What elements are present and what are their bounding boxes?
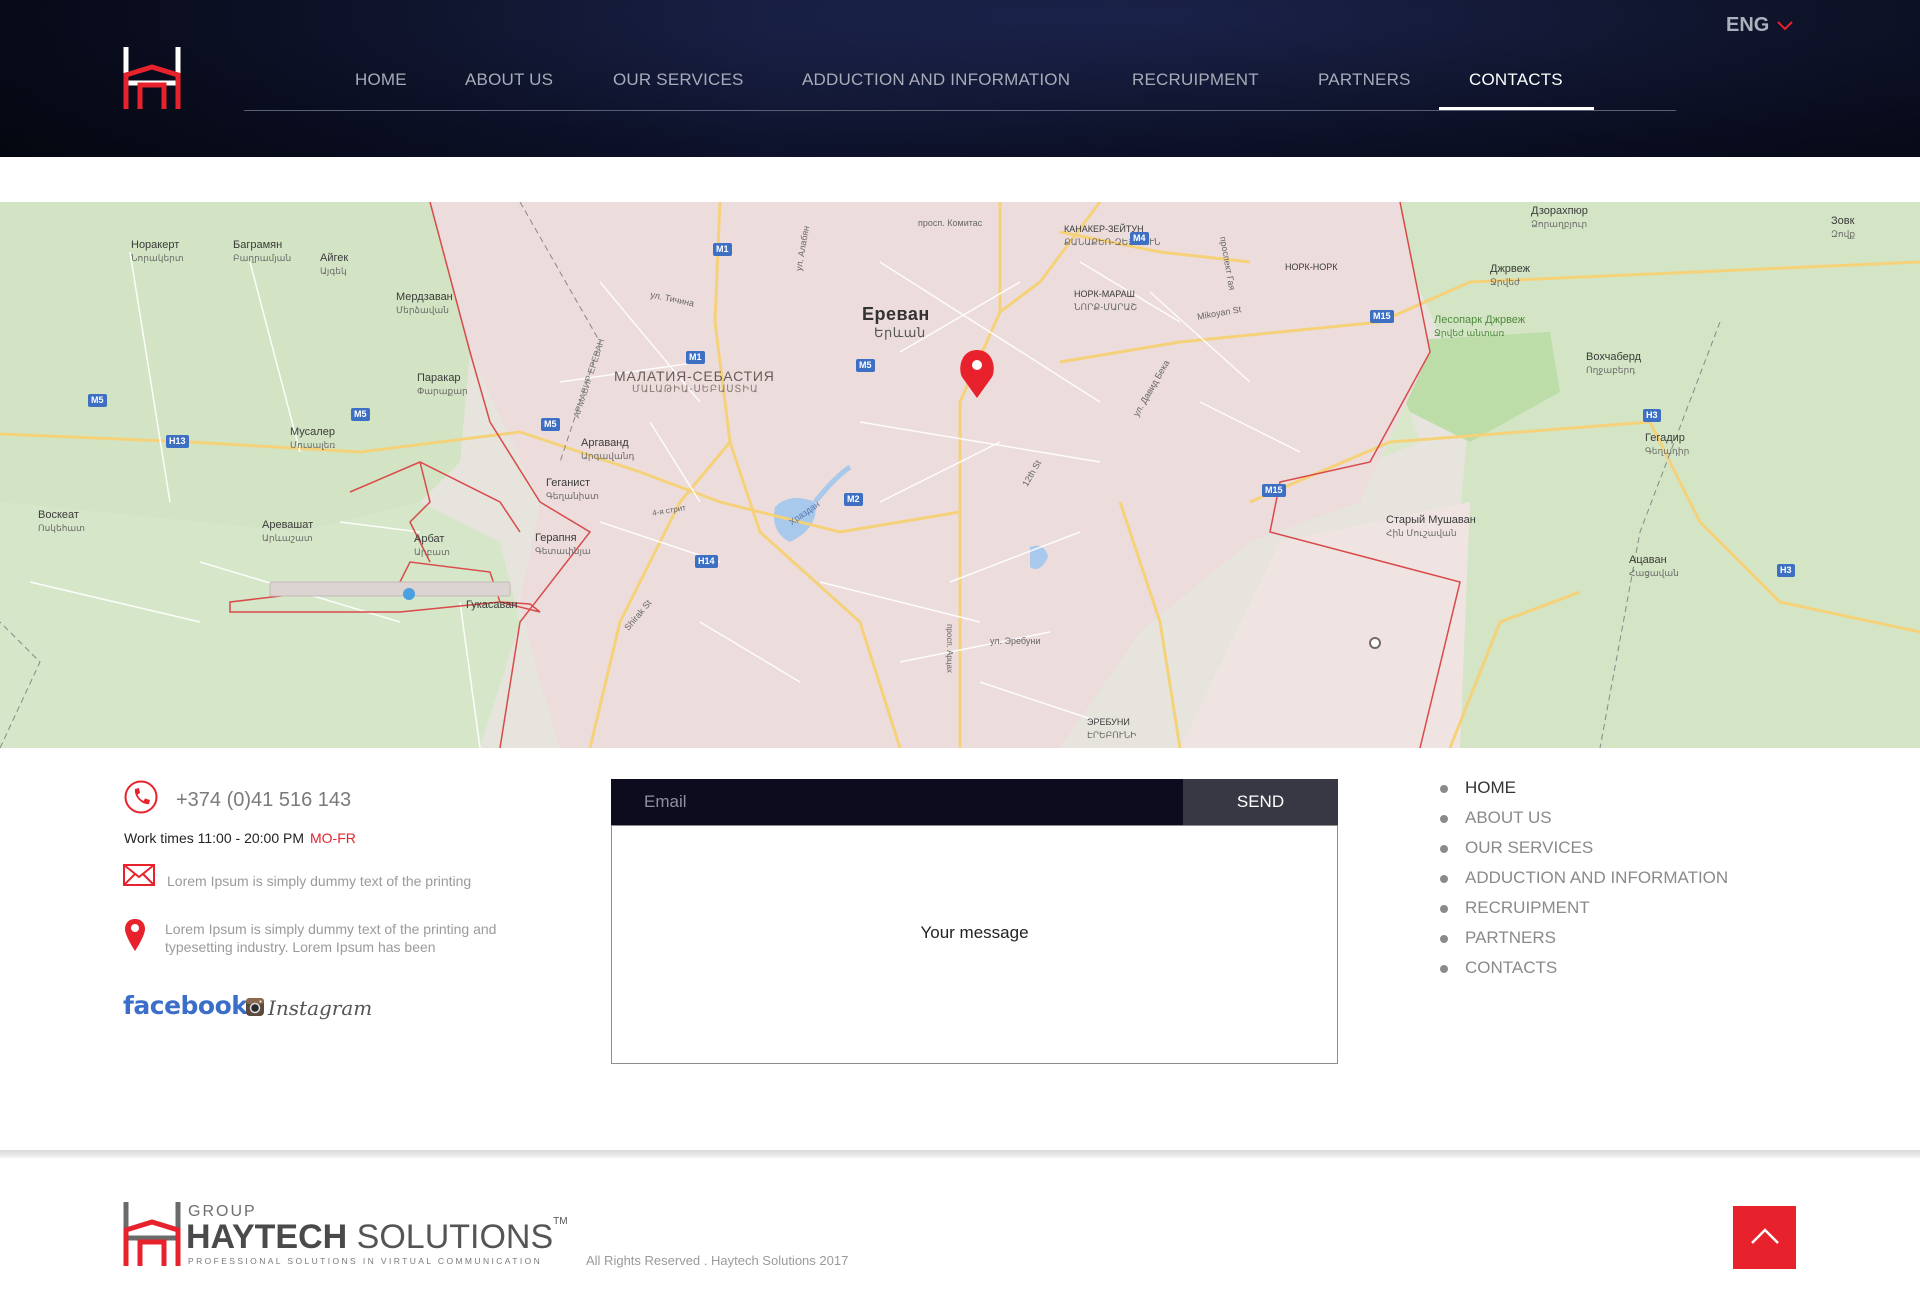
main-nav: HOME ABOUT US OUR SERVICES ADDUCTION AND… (244, 56, 1676, 111)
map-place-label: Зовк Զովք (1831, 215, 1856, 239)
contact-form: SEND (611, 779, 1338, 1064)
work-days: MO-FR (310, 830, 356, 846)
footer-link-about-us[interactable]: ABOUT US (1440, 806, 1728, 836)
footer-link-recruipment[interactable]: RECRUIPMENT (1440, 896, 1728, 926)
haytech-logo-icon[interactable] (122, 45, 182, 111)
road-shield: H3 (1643, 409, 1661, 422)
address-text: Lorem Ipsum is simply dummy text of the … (165, 921, 497, 955)
brand-name: HAYTECH SOLUTIONSTM (186, 1216, 568, 1257)
footer-nav: HOME ABOUT US OUR SERVICES ADDUCTION AND… (1440, 776, 1728, 986)
road-shield: M15 (1262, 484, 1286, 497)
road-shield: H13 (166, 435, 189, 448)
brand-tagline: PROFESSIONAL SOLUTIONS IN VIRTUAL COMMUN… (188, 1256, 543, 1266)
chevron-down-icon (1777, 20, 1794, 30)
nav-adduction[interactable]: ADDUCTION AND INFORMATION (802, 70, 1070, 90)
map-district-small: НОРК-НОРК (1285, 262, 1338, 272)
language-label: ENG (1726, 14, 1770, 36)
instagram-icon[interactable] (245, 997, 265, 1017)
map-place-label: Аргаванд Արգավանդ (581, 437, 635, 461)
work-hours: Work times 11:00 - 20:00 PM (124, 830, 304, 846)
phone-number[interactable]: +374 (0)41 516 143 (176, 789, 351, 812)
email-text[interactable]: Lorem Ipsum is simply dummy text of the … (167, 873, 471, 889)
map-place-label: Аревашат Արևաշատ (262, 519, 314, 543)
footer-link-home[interactable]: HOME (1440, 776, 1728, 806)
footer-divider (0, 1150, 1920, 1158)
map-background (0, 202, 1920, 748)
facebook-link[interactable]: facebook. (123, 991, 257, 1020)
phone-icon (124, 780, 158, 814)
copyright-text: All Rights Reserved . Haytech Solutions … (586, 1253, 849, 1268)
footer-link-contacts[interactable]: CONTACTS (1440, 956, 1728, 986)
location-map[interactable]: Ереван Երևան МАЛАТИЯ-СЕБАСТИЯ ՄԱԼԱԹԻԱ-ՍԵ… (0, 202, 1920, 748)
road-shield: M5 (856, 359, 875, 372)
footer-link-our-services[interactable]: OUR SERVICES (1440, 836, 1728, 866)
map-district-small: ЭРЕБУНИ ԷՐԵԲՈՒՆԻ (1087, 717, 1137, 740)
road-shield: M1 (686, 351, 705, 364)
map-district-label: МАЛАТИЯ-СЕБАСТИЯ ՄԱԼԱԹԻԱ-ՍԵԲԱՍՏԻԱ (614, 368, 775, 395)
map-place-label: Норакерт Նորակերտ (131, 239, 184, 263)
road-shield: M4 (1130, 232, 1149, 245)
road-shield: H14 (695, 555, 718, 568)
road-shield: M5 (351, 408, 370, 421)
nav-contacts[interactable]: CONTACTS (1469, 70, 1563, 90)
language-selector[interactable]: ENG (1726, 14, 1794, 37)
map-place-label: Гукасаван (466, 599, 518, 611)
map-park-label: Лесопарк Джрвеж Ջրվեժ անտառ (1434, 314, 1526, 338)
email-input[interactable] (611, 779, 1183, 825)
work-times: Work times 11:00 - 20:00 PM MO-FR (124, 830, 356, 846)
road-shield: M5 (541, 418, 560, 431)
road-shield: H3 (1777, 564, 1795, 577)
map-place-label: Воскеат Ոսկեհատ (38, 509, 85, 533)
map-street-label: просп. Арцах (944, 624, 954, 673)
footer-link-partners[interactable]: PARTNERS (1440, 926, 1728, 956)
map-place-label: Мердзаван Մերձավան (396, 291, 453, 315)
message-textarea[interactable] (611, 825, 1338, 1064)
send-button[interactable]: SEND (1183, 779, 1338, 825)
map-place-label: Геганист Գեղանիստ (546, 477, 599, 501)
footer-logo-icon[interactable] (122, 1200, 182, 1268)
nav-partners[interactable]: PARTNERS (1318, 70, 1411, 90)
nav-about-us[interactable]: ABOUT US (465, 70, 553, 90)
brand-name-bold: HAYTECH (186, 1218, 348, 1256)
map-place-label: Айгек Այգեկ (320, 252, 349, 276)
road-shield: M15 (1370, 310, 1394, 323)
back-to-top-button[interactable] (1733, 1206, 1796, 1269)
map-place-label: Дзорахпюр Ձորաղբյուր (1531, 205, 1588, 229)
map-district-small: НОРК-МАРАШ ՆՈՐՔ-ՄԱՐԱՇ (1074, 289, 1138, 312)
map-place-label: Ацаван Հացավան (1629, 554, 1679, 578)
site-header: ENG HOME ABOUT US OUR SERVICES ADDUCTION… (0, 0, 1920, 157)
footer-link-adduction[interactable]: ADDUCTION AND INFORMATION (1440, 866, 1728, 896)
instagram-link[interactable]: Instagram (268, 996, 372, 1020)
map-place-label: Старый Мушаван Հին Մուշավան (1386, 514, 1476, 538)
road-shield: M1 (713, 243, 732, 256)
road-shield: M5 (88, 394, 107, 407)
trademark: TM (553, 1216, 568, 1227)
map-place-label: Паракар Փարաքար (417, 372, 468, 396)
location-pin-icon (125, 919, 145, 951)
map-place-label: Мусалер Մուսալեռ (290, 426, 336, 450)
map-city-label: Ереван Երևան (862, 304, 930, 340)
chevron-up-icon (1750, 1228, 1779, 1244)
map-street-label: ул. Эребуни (990, 636, 1041, 646)
brand-name-light: SOLUTIONS (356, 1218, 554, 1256)
map-place-label: Герапня Գետափնյա (535, 532, 591, 556)
map-place-label: Джрвеж Ջրվեժ (1490, 263, 1530, 287)
nav-active-indicator (1439, 107, 1594, 110)
map-place-label: Гегадир Գեղադիր (1645, 432, 1690, 456)
mail-icon (123, 864, 155, 886)
nav-home[interactable]: HOME (355, 70, 407, 90)
nav-recruipment[interactable]: RECRUIPMENT (1132, 70, 1259, 90)
map-place-label: Вохчаберд Ողջաբերդ (1586, 351, 1642, 375)
map-place-label: Арбат Արբատ (414, 533, 450, 557)
map-place-label: Баграмян Բաղրամյան (233, 239, 292, 263)
road-shield: M2 (844, 493, 863, 506)
nav-our-services[interactable]: OUR SERVICES (613, 70, 744, 90)
map-street-label: просп. Комитас (918, 218, 983, 228)
